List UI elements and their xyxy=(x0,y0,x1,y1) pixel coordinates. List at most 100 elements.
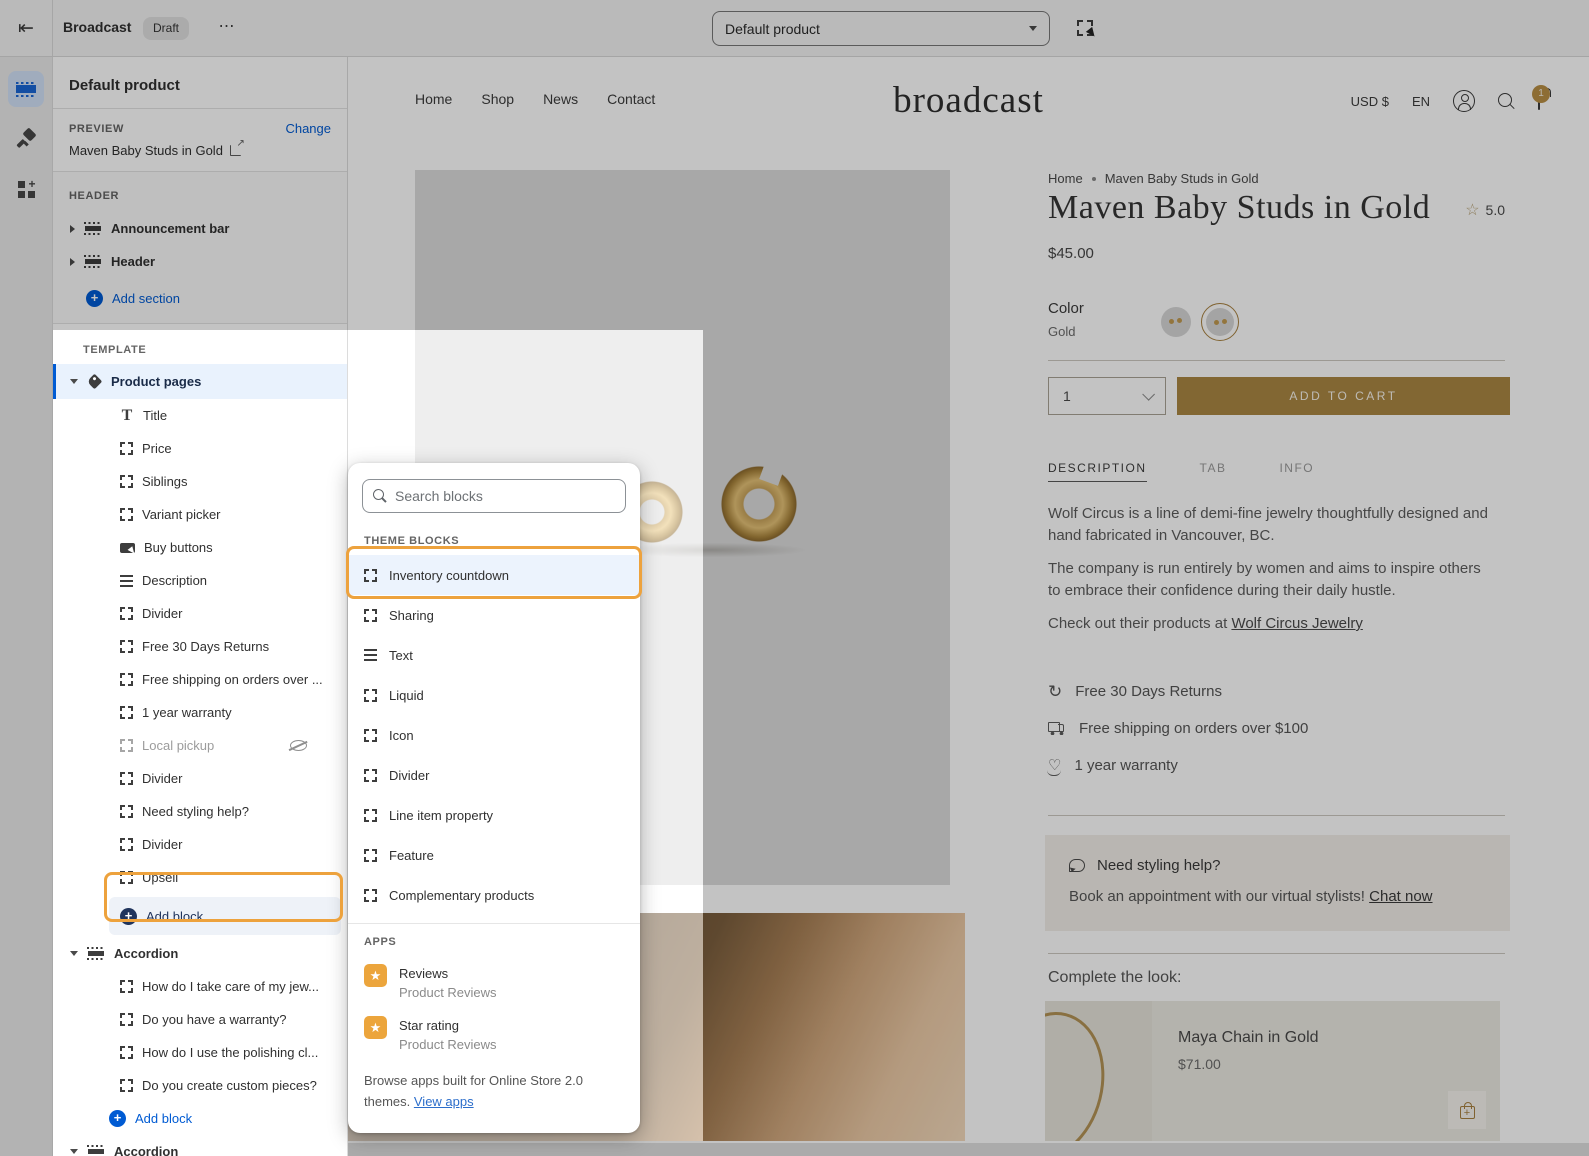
upsell-name: Maya Chain in Gold xyxy=(1178,1029,1319,1047)
popup-app-reviews[interactable]: ★ Reviews Product Reviews xyxy=(348,956,640,1008)
caret-down-icon[interactable] xyxy=(70,379,78,384)
popup-block-inventory-countdown[interactable]: Inventory countdown xyxy=(348,555,640,595)
tab-description[interactable]: DESCRIPTION xyxy=(1048,461,1147,482)
popup-block-text[interactable]: Text xyxy=(348,635,640,675)
section-row-accordion-2[interactable]: Accordion xyxy=(53,1135,347,1156)
block-row-free-shipping[interactable]: Free shipping on orders over ... xyxy=(53,663,347,696)
block-row-accordion-q3[interactable]: How do I use the polishing cl... xyxy=(53,1036,347,1069)
overflow-menu-button[interactable]: ⋯ xyxy=(213,14,241,42)
caret-right-icon[interactable] xyxy=(70,225,75,233)
block-row-title[interactable]: Title xyxy=(53,399,347,432)
chat-now-link[interactable]: Chat now xyxy=(1369,888,1432,905)
app-embeds-tab[interactable] xyxy=(8,171,44,207)
breadcrumb-home[interactable]: Home xyxy=(1048,171,1083,186)
app-name: Star rating xyxy=(399,1016,497,1035)
plus-icon xyxy=(109,1110,126,1127)
search-input[interactable] xyxy=(395,488,615,504)
change-preview-link[interactable]: Change xyxy=(285,121,331,136)
chevron-down-icon xyxy=(1029,26,1037,31)
divider xyxy=(1048,815,1505,816)
perk-label: Free 30 Days Returns xyxy=(1075,683,1222,700)
popup-block-divider[interactable]: Divider xyxy=(348,755,640,795)
block-row-free-returns[interactable]: Free 30 Days Returns xyxy=(53,630,347,663)
caret-right-icon[interactable] xyxy=(70,258,75,266)
add-section-label: Add section xyxy=(112,291,180,306)
perk-returns: ↻ Free 30 Days Returns xyxy=(1048,683,1222,700)
block-row-buy-buttons[interactable]: Buy buttons xyxy=(53,531,347,564)
block-row-upsell[interactable]: Upsell xyxy=(53,861,347,894)
block-row-variant-picker[interactable]: Variant picker xyxy=(53,498,347,531)
section-label: Accordion xyxy=(114,946,178,961)
app-name: Reviews xyxy=(399,964,497,983)
block-row-local-pickup[interactable]: Local pickup xyxy=(53,729,347,762)
description-paragraph: The company is run entirely by women and… xyxy=(1048,558,1488,602)
popup-app-star-rating[interactable]: ★ Star rating Product Reviews xyxy=(348,1008,640,1060)
block-row-accordion-q2[interactable]: Do you have a warranty? xyxy=(53,1003,347,1036)
text-icon xyxy=(120,575,133,587)
block-icon xyxy=(120,772,133,785)
block-row-accordion-q4[interactable]: Do you create custom pieces? xyxy=(53,1069,347,1102)
accordion-add-block-button[interactable]: Add block xyxy=(53,1102,347,1135)
section-row-accordion[interactable]: Accordion xyxy=(53,937,347,970)
gold-earring-right xyxy=(720,465,798,543)
search-blocks-field[interactable] xyxy=(362,479,626,513)
block-icon xyxy=(364,729,377,742)
title-icon xyxy=(120,409,134,422)
breadcrumb: Home Maven Baby Studs in Gold xyxy=(1048,171,1259,186)
block-row-need-styling-help[interactable]: Need styling help? xyxy=(53,795,347,828)
add-block-button[interactable]: Add block xyxy=(109,897,341,935)
popup-block-icon[interactable]: Icon xyxy=(348,715,640,755)
caret-down-icon[interactable] xyxy=(70,951,78,956)
cart-button[interactable]: 1 xyxy=(1538,94,1540,109)
add-section-button[interactable]: Add section xyxy=(53,282,347,315)
upsell-add-to-cart-button[interactable]: + xyxy=(1448,1091,1486,1129)
section-row-header[interactable]: Header xyxy=(53,245,347,278)
rating-value: 5.0 xyxy=(1486,202,1505,218)
popup-block-complementary-products[interactable]: Complementary products xyxy=(348,875,640,915)
truck-icon xyxy=(1048,722,1066,735)
block-row-divider[interactable]: Divider xyxy=(53,597,347,630)
block-row-description[interactable]: Description xyxy=(53,564,347,597)
upsell-price: $71.00 xyxy=(1178,1056,1319,1072)
sections-tab[interactable] xyxy=(8,71,44,107)
add-to-cart-button[interactable]: ADD TO CART xyxy=(1177,377,1510,415)
popup-block-line-item-property[interactable]: Line item property xyxy=(348,795,640,835)
warranty-icon: ♡ xyxy=(1048,758,1061,773)
block-row-divider[interactable]: Divider xyxy=(53,762,347,795)
block-row-price[interactable]: Price xyxy=(53,432,347,465)
tab-info[interactable]: INFO xyxy=(1279,461,1314,482)
popup-block-feature[interactable]: Feature xyxy=(348,835,640,875)
block-icon xyxy=(120,475,133,488)
popup-block-sharing[interactable]: Sharing xyxy=(348,595,640,635)
section-row-announcement-bar[interactable]: Announcement bar xyxy=(53,212,347,245)
view-apps-link[interactable]: View apps xyxy=(414,1094,474,1109)
exit-editor-button[interactable]: ⇤ xyxy=(0,0,53,56)
template-selector-value: Default product xyxy=(725,21,820,37)
upsell-card[interactable]: Maya Chain in Gold $71.00 + xyxy=(1045,1001,1500,1141)
quantity-select[interactable]: 1 xyxy=(1048,377,1166,415)
preview-page[interactable]: Maven Baby Studs in Gold xyxy=(69,143,331,158)
caret-down-icon[interactable] xyxy=(70,1149,78,1154)
theme-settings-tab[interactable] xyxy=(8,121,44,157)
wolf-circus-link[interactable]: Wolf Circus Jewelry xyxy=(1231,615,1362,632)
sections-panel: Default product PREVIEW Change Maven Bab… xyxy=(53,57,348,1156)
color-swatch-gold[interactable] xyxy=(1201,303,1239,341)
block-icon xyxy=(364,809,377,822)
block-icon xyxy=(120,739,133,752)
section-icon xyxy=(87,947,105,960)
popup-block-liquid[interactable]: Liquid xyxy=(348,675,640,715)
block-row-accordion-q1[interactable]: How do I take care of my jew... xyxy=(53,970,347,1003)
section-label: Announcement bar xyxy=(111,221,229,236)
block-row-siblings[interactable]: Siblings xyxy=(53,465,347,498)
block-row-warranty[interactable]: 1 year warranty xyxy=(53,696,347,729)
chain-graphic xyxy=(1045,1001,1120,1141)
block-row-divider[interactable]: Divider xyxy=(53,828,347,861)
section-row-product-pages[interactable]: Product pages xyxy=(53,364,347,399)
product-rating[interactable]: ☆ 5.0 xyxy=(1465,200,1505,220)
quantity-value: 1 xyxy=(1063,388,1071,404)
template-selector[interactable]: Default product xyxy=(712,11,1050,46)
tab-tab[interactable]: TAB xyxy=(1200,461,1227,482)
eye-off-icon[interactable] xyxy=(290,740,307,751)
inspect-tool-icon[interactable] xyxy=(1077,20,1093,36)
color-swatch-silver[interactable] xyxy=(1161,307,1191,337)
